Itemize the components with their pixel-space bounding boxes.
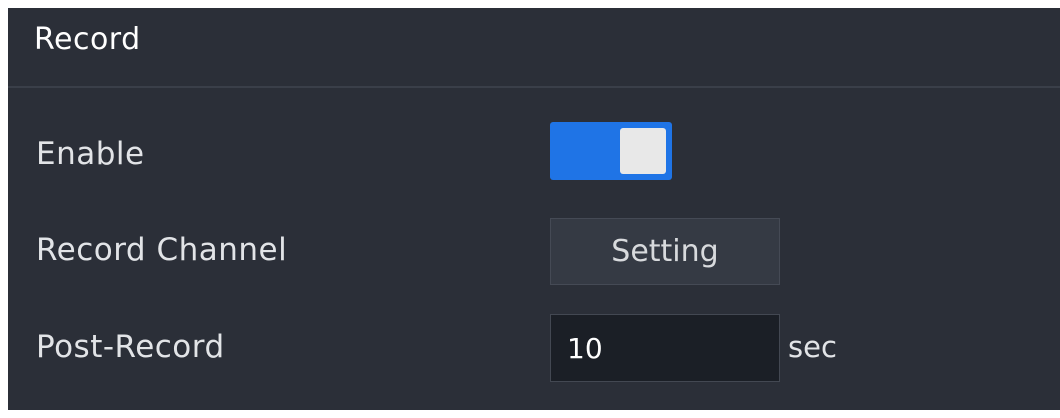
enable-label: Enable [36,136,145,172]
enable-toggle[interactable] [550,122,672,180]
panel-header: Record [8,8,1060,88]
post-record-unit: sec [788,330,837,364]
panel-title: Record [34,22,141,57]
record-panel: Record Enable Record Channel Setting Pos… [8,8,1060,410]
record-channel-label: Record Channel [36,232,288,268]
post-record-input[interactable] [550,314,780,382]
post-record-label: Post-Record [36,329,225,365]
record-channel-setting-button[interactable]: Setting [550,218,780,285]
toggle-knob [620,128,666,174]
